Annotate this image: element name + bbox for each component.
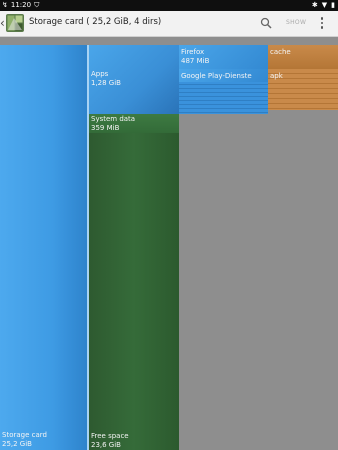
notification-icon: ↯ xyxy=(2,1,8,9)
treemap-empty-area xyxy=(179,114,338,450)
tile-google-play[interactable]: Google Play-Dienste xyxy=(179,69,268,114)
tile-free-space[interactable]: Free space 23,6 GiB xyxy=(88,133,179,450)
tile-system-data[interactable]: System data 359 MiB xyxy=(88,114,179,133)
tile-apps-name: Apps xyxy=(91,70,109,78)
bluetooth-icon: ✱ xyxy=(311,1,318,9)
status-bar: ↯ 11:20 ⛉ ✱ ▼ ▮ xyxy=(0,0,338,11)
storage-treemap: Storage card 25,2 GiB Apps 1,28 GiB Fire… xyxy=(0,37,338,450)
tile-storage-card-name: Storage card xyxy=(2,431,47,439)
status-time: 11:20 xyxy=(10,1,32,9)
tile-apk-name: apk xyxy=(270,72,283,80)
tile-firefox-name: Firefox xyxy=(181,48,205,56)
tile-storage-card-size: 25,2 GiB xyxy=(2,439,32,448)
tile-apk[interactable]: apk xyxy=(268,69,338,110)
treemap-top-margin xyxy=(0,37,338,45)
search-icon[interactable] xyxy=(260,17,272,29)
overflow-menu-icon[interactable] xyxy=(319,17,325,30)
wifi-icon: ▼ xyxy=(321,1,328,9)
tile-system-data-name: System data xyxy=(91,115,136,123)
tile-system-data-size: 359 MiB xyxy=(91,123,120,132)
tile-cache[interactable]: cache xyxy=(268,45,338,69)
tile-cache-name: cache xyxy=(270,48,291,56)
tile-firefox[interactable]: Firefox 487 MiB xyxy=(179,45,268,69)
battery-icon: ▮ xyxy=(331,1,335,9)
app-logo-icon xyxy=(6,14,24,32)
shield-icon: ⛉ xyxy=(34,1,40,9)
tile-apps[interactable]: Apps 1,28 GiB xyxy=(88,45,179,114)
page-title: Storage card ( 25,2 GiB, 4 dirs) xyxy=(29,17,162,27)
tile-free-space-size: 23,6 GiB xyxy=(91,440,121,449)
tile-free-space-name: Free space xyxy=(91,432,129,440)
tile-storage-card[interactable]: Storage card 25,2 GiB xyxy=(0,45,88,450)
tile-firefox-size: 487 MiB xyxy=(181,56,210,65)
tile-apps-size: 1,28 GiB xyxy=(91,78,121,87)
tile-google-play-name: Google Play-Dienste xyxy=(181,72,252,80)
show-button[interactable]: SHOW xyxy=(286,19,306,26)
app-bar: ‹ Storage card ( 25,2 GiB, 4 dirs) SHOW xyxy=(0,11,338,37)
